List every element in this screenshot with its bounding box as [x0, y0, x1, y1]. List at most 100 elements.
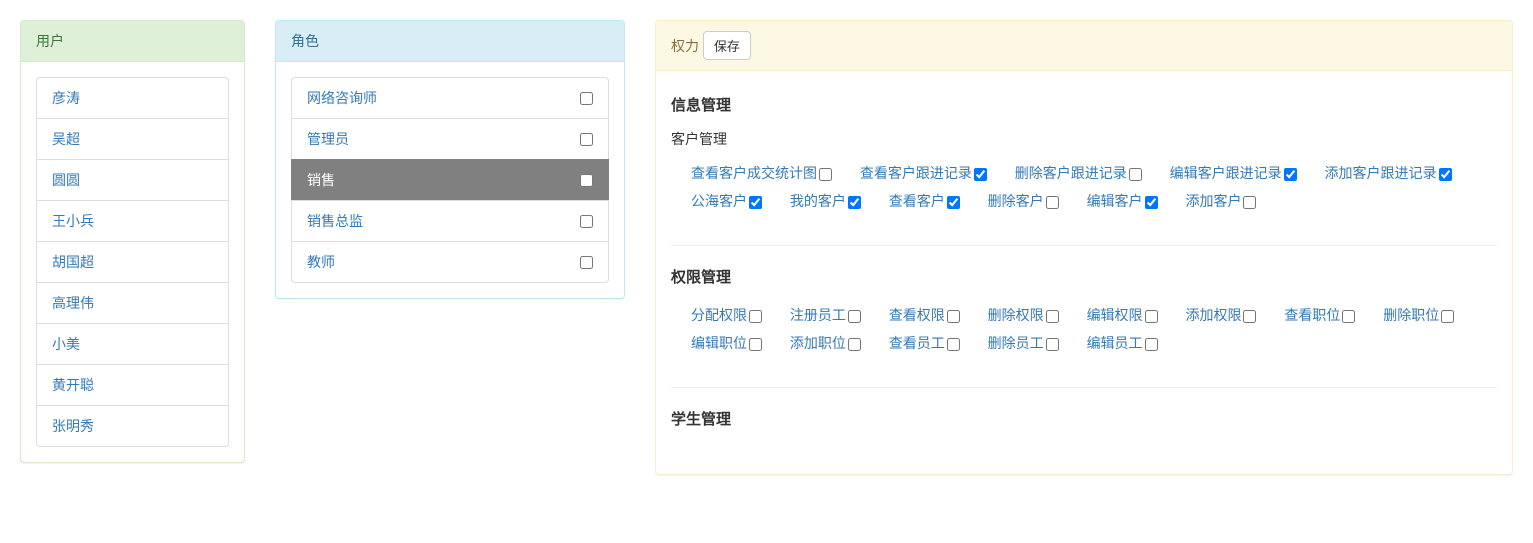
- perm-link[interactable]: 删除员工: [988, 335, 1044, 351]
- perm-checkbox[interactable]: [848, 338, 861, 351]
- perm-checkbox[interactable]: [1145, 310, 1158, 323]
- role-checkbox[interactable]: [580, 92, 593, 105]
- user-list-item[interactable]: 小美: [36, 323, 229, 365]
- perm-link[interactable]: 删除权限: [988, 307, 1044, 323]
- role-checkbox[interactable]: [580, 256, 593, 269]
- perm-item: 查看客户跟进记录: [860, 165, 987, 181]
- user-list-item[interactable]: 彦涛: [36, 77, 229, 119]
- perm-link[interactable]: 添加权限: [1185, 307, 1241, 323]
- perm-link[interactable]: 编辑客户: [1087, 193, 1143, 209]
- user-list-item[interactable]: 吴超: [36, 118, 229, 160]
- perm-checkbox[interactable]: [1046, 338, 1059, 351]
- perm-link[interactable]: 查看客户成交统计图: [691, 165, 817, 181]
- perm-link[interactable]: 查看客户: [889, 193, 945, 209]
- user-link[interactable]: 胡国超: [52, 254, 94, 270]
- perm-item: 公海客户: [691, 193, 762, 209]
- perm-checkbox[interactable]: [1046, 196, 1059, 209]
- perm-link[interactable]: 查看员工: [889, 335, 945, 351]
- user-link[interactable]: 王小兵: [52, 213, 94, 229]
- perm-checkbox[interactable]: [947, 338, 960, 351]
- perm-link[interactable]: 编辑员工: [1087, 335, 1143, 351]
- role-link[interactable]: 销售总监: [307, 211, 363, 231]
- perm-link[interactable]: 公海客户: [691, 193, 747, 209]
- perm-link[interactable]: 删除客户: [988, 193, 1044, 209]
- role-checkbox[interactable]: [580, 215, 593, 228]
- perm-checkbox[interactable]: [819, 168, 832, 181]
- roles-panel-body: 网络咨询师管理员销售销售总监教师: [276, 62, 624, 298]
- perm-checkbox[interactable]: [947, 310, 960, 323]
- perm-checkbox[interactable]: [1046, 310, 1059, 323]
- perm-item: 添加权限: [1185, 307, 1256, 323]
- perm-checkbox[interactable]: [749, 196, 762, 209]
- perm-checkbox[interactable]: [1441, 310, 1454, 323]
- role-list-item[interactable]: 教师: [291, 241, 609, 283]
- user-link[interactable]: 圆圆: [52, 172, 80, 188]
- users-panel-body: 彦涛吴超圆圆王小兵胡国超高理伟小美黄开聪张明秀: [21, 62, 244, 462]
- perm-item: 编辑客户: [1087, 193, 1158, 209]
- role-link[interactable]: 销售: [307, 170, 335, 190]
- role-checkbox[interactable]: [580, 174, 593, 187]
- role-link[interactable]: 网络咨询师: [307, 88, 377, 108]
- role-list: 网络咨询师管理员销售销售总监教师: [291, 77, 609, 283]
- perm-link[interactable]: 编辑职位: [691, 335, 747, 351]
- perm-link[interactable]: 编辑权限: [1087, 307, 1143, 323]
- perm-link[interactable]: 添加客户: [1185, 193, 1241, 209]
- divider: [671, 387, 1497, 388]
- perm-checkbox[interactable]: [749, 310, 762, 323]
- perm-checkbox[interactable]: [1243, 196, 1256, 209]
- perm-item: 查看员工: [889, 335, 960, 351]
- perm-link[interactable]: 查看权限: [889, 307, 945, 323]
- perm-checkbox[interactable]: [1284, 168, 1297, 181]
- perm-subgroup-title: 客户管理: [671, 129, 1497, 149]
- user-list-item[interactable]: 王小兵: [36, 200, 229, 242]
- user-list-item[interactable]: 张明秀: [36, 405, 229, 447]
- role-list-item[interactable]: 销售总监: [291, 200, 609, 242]
- role-list-item[interactable]: 销售: [291, 159, 609, 201]
- perm-checkbox[interactable]: [1129, 168, 1142, 181]
- save-button[interactable]: 保存: [703, 31, 751, 60]
- user-list-item[interactable]: 圆圆: [36, 159, 229, 201]
- perm-item: 编辑权限: [1087, 307, 1158, 323]
- user-link[interactable]: 彦涛: [52, 90, 80, 106]
- perm-checkbox[interactable]: [1342, 310, 1355, 323]
- perm-checkbox[interactable]: [749, 338, 762, 351]
- role-list-item[interactable]: 网络咨询师: [291, 77, 609, 119]
- role-checkbox[interactable]: [580, 133, 593, 146]
- user-link[interactable]: 高理伟: [52, 295, 94, 311]
- user-link[interactable]: 小美: [52, 336, 80, 352]
- perm-link[interactable]: 删除客户跟进记录: [1015, 165, 1127, 181]
- perm-link[interactable]: 注册员工: [790, 307, 846, 323]
- perm-checkbox[interactable]: [848, 196, 861, 209]
- perm-item: 编辑员工: [1087, 335, 1158, 351]
- perm-checkbox[interactable]: [1145, 196, 1158, 209]
- user-link[interactable]: 黄开聪: [52, 377, 94, 393]
- perm-link[interactable]: 编辑客户跟进记录: [1170, 165, 1282, 181]
- permissions-panel-title: 权力: [671, 38, 699, 54]
- user-list-item[interactable]: 黄开聪: [36, 364, 229, 406]
- perm-link[interactable]: 删除职位: [1383, 307, 1439, 323]
- perm-link[interactable]: 查看职位: [1284, 307, 1340, 323]
- role-list-item[interactable]: 管理员: [291, 118, 609, 160]
- perm-item: 查看职位: [1284, 307, 1355, 323]
- perm-checkbox[interactable]: [1439, 168, 1452, 181]
- perm-link[interactable]: 我的客户: [790, 193, 846, 209]
- perm-link[interactable]: 查看客户跟进记录: [860, 165, 972, 181]
- role-link[interactable]: 教师: [307, 252, 335, 272]
- user-list-item[interactable]: 高理伟: [36, 282, 229, 324]
- perm-group-title: 信息管理: [671, 94, 1497, 115]
- perm-link[interactable]: 添加职位: [790, 335, 846, 351]
- perm-item: 删除权限: [988, 307, 1059, 323]
- role-link[interactable]: 管理员: [307, 129, 349, 149]
- perm-checkbox[interactable]: [947, 196, 960, 209]
- user-link[interactable]: 张明秀: [52, 418, 94, 434]
- perm-item: 注册员工: [790, 307, 861, 323]
- perm-checkbox[interactable]: [1243, 310, 1256, 323]
- user-link[interactable]: 吴超: [52, 131, 80, 147]
- perm-checkbox[interactable]: [848, 310, 861, 323]
- perm-item: 添加客户跟进记录: [1325, 165, 1452, 181]
- perm-link[interactable]: 添加客户跟进记录: [1325, 165, 1437, 181]
- perm-checkbox[interactable]: [1145, 338, 1158, 351]
- user-list-item[interactable]: 胡国超: [36, 241, 229, 283]
- perm-checkbox[interactable]: [974, 168, 987, 181]
- perm-link[interactable]: 分配权限: [691, 307, 747, 323]
